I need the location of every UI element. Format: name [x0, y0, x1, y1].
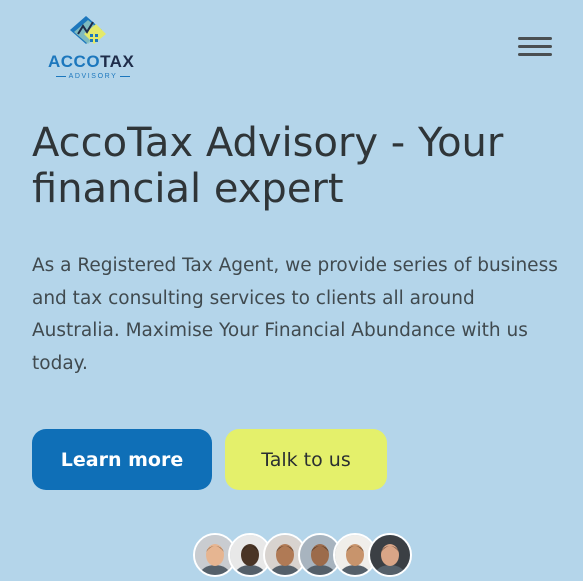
menu-line [518, 45, 552, 48]
talk-to-us-button[interactable]: Talk to us [225, 429, 387, 490]
logo-icon [70, 16, 106, 44]
logo-name-part1: ACCO [48, 52, 101, 71]
logo-wordmark: ACCOTAX [48, 52, 140, 72]
menu-line [518, 53, 552, 56]
logo-tagline: ADVISORY [46, 73, 140, 80]
client-avatars [193, 533, 413, 578]
hero-title: AccoTax Advisory - Your financial expert [32, 120, 504, 212]
logo-name-part2: TAX [100, 52, 135, 71]
menu-line [518, 37, 552, 40]
hamburger-menu-icon[interactable] [516, 35, 554, 59]
learn-more-button[interactable]: Learn more [32, 429, 212, 490]
brand-logo[interactable]: ACCOTAX ADVISORY [40, 10, 140, 80]
avatar [368, 533, 412, 577]
site-header: ACCOTAX ADVISORY [0, 0, 583, 100]
hero-description: As a Registered Tax Agent, we provide se… [32, 255, 558, 374]
